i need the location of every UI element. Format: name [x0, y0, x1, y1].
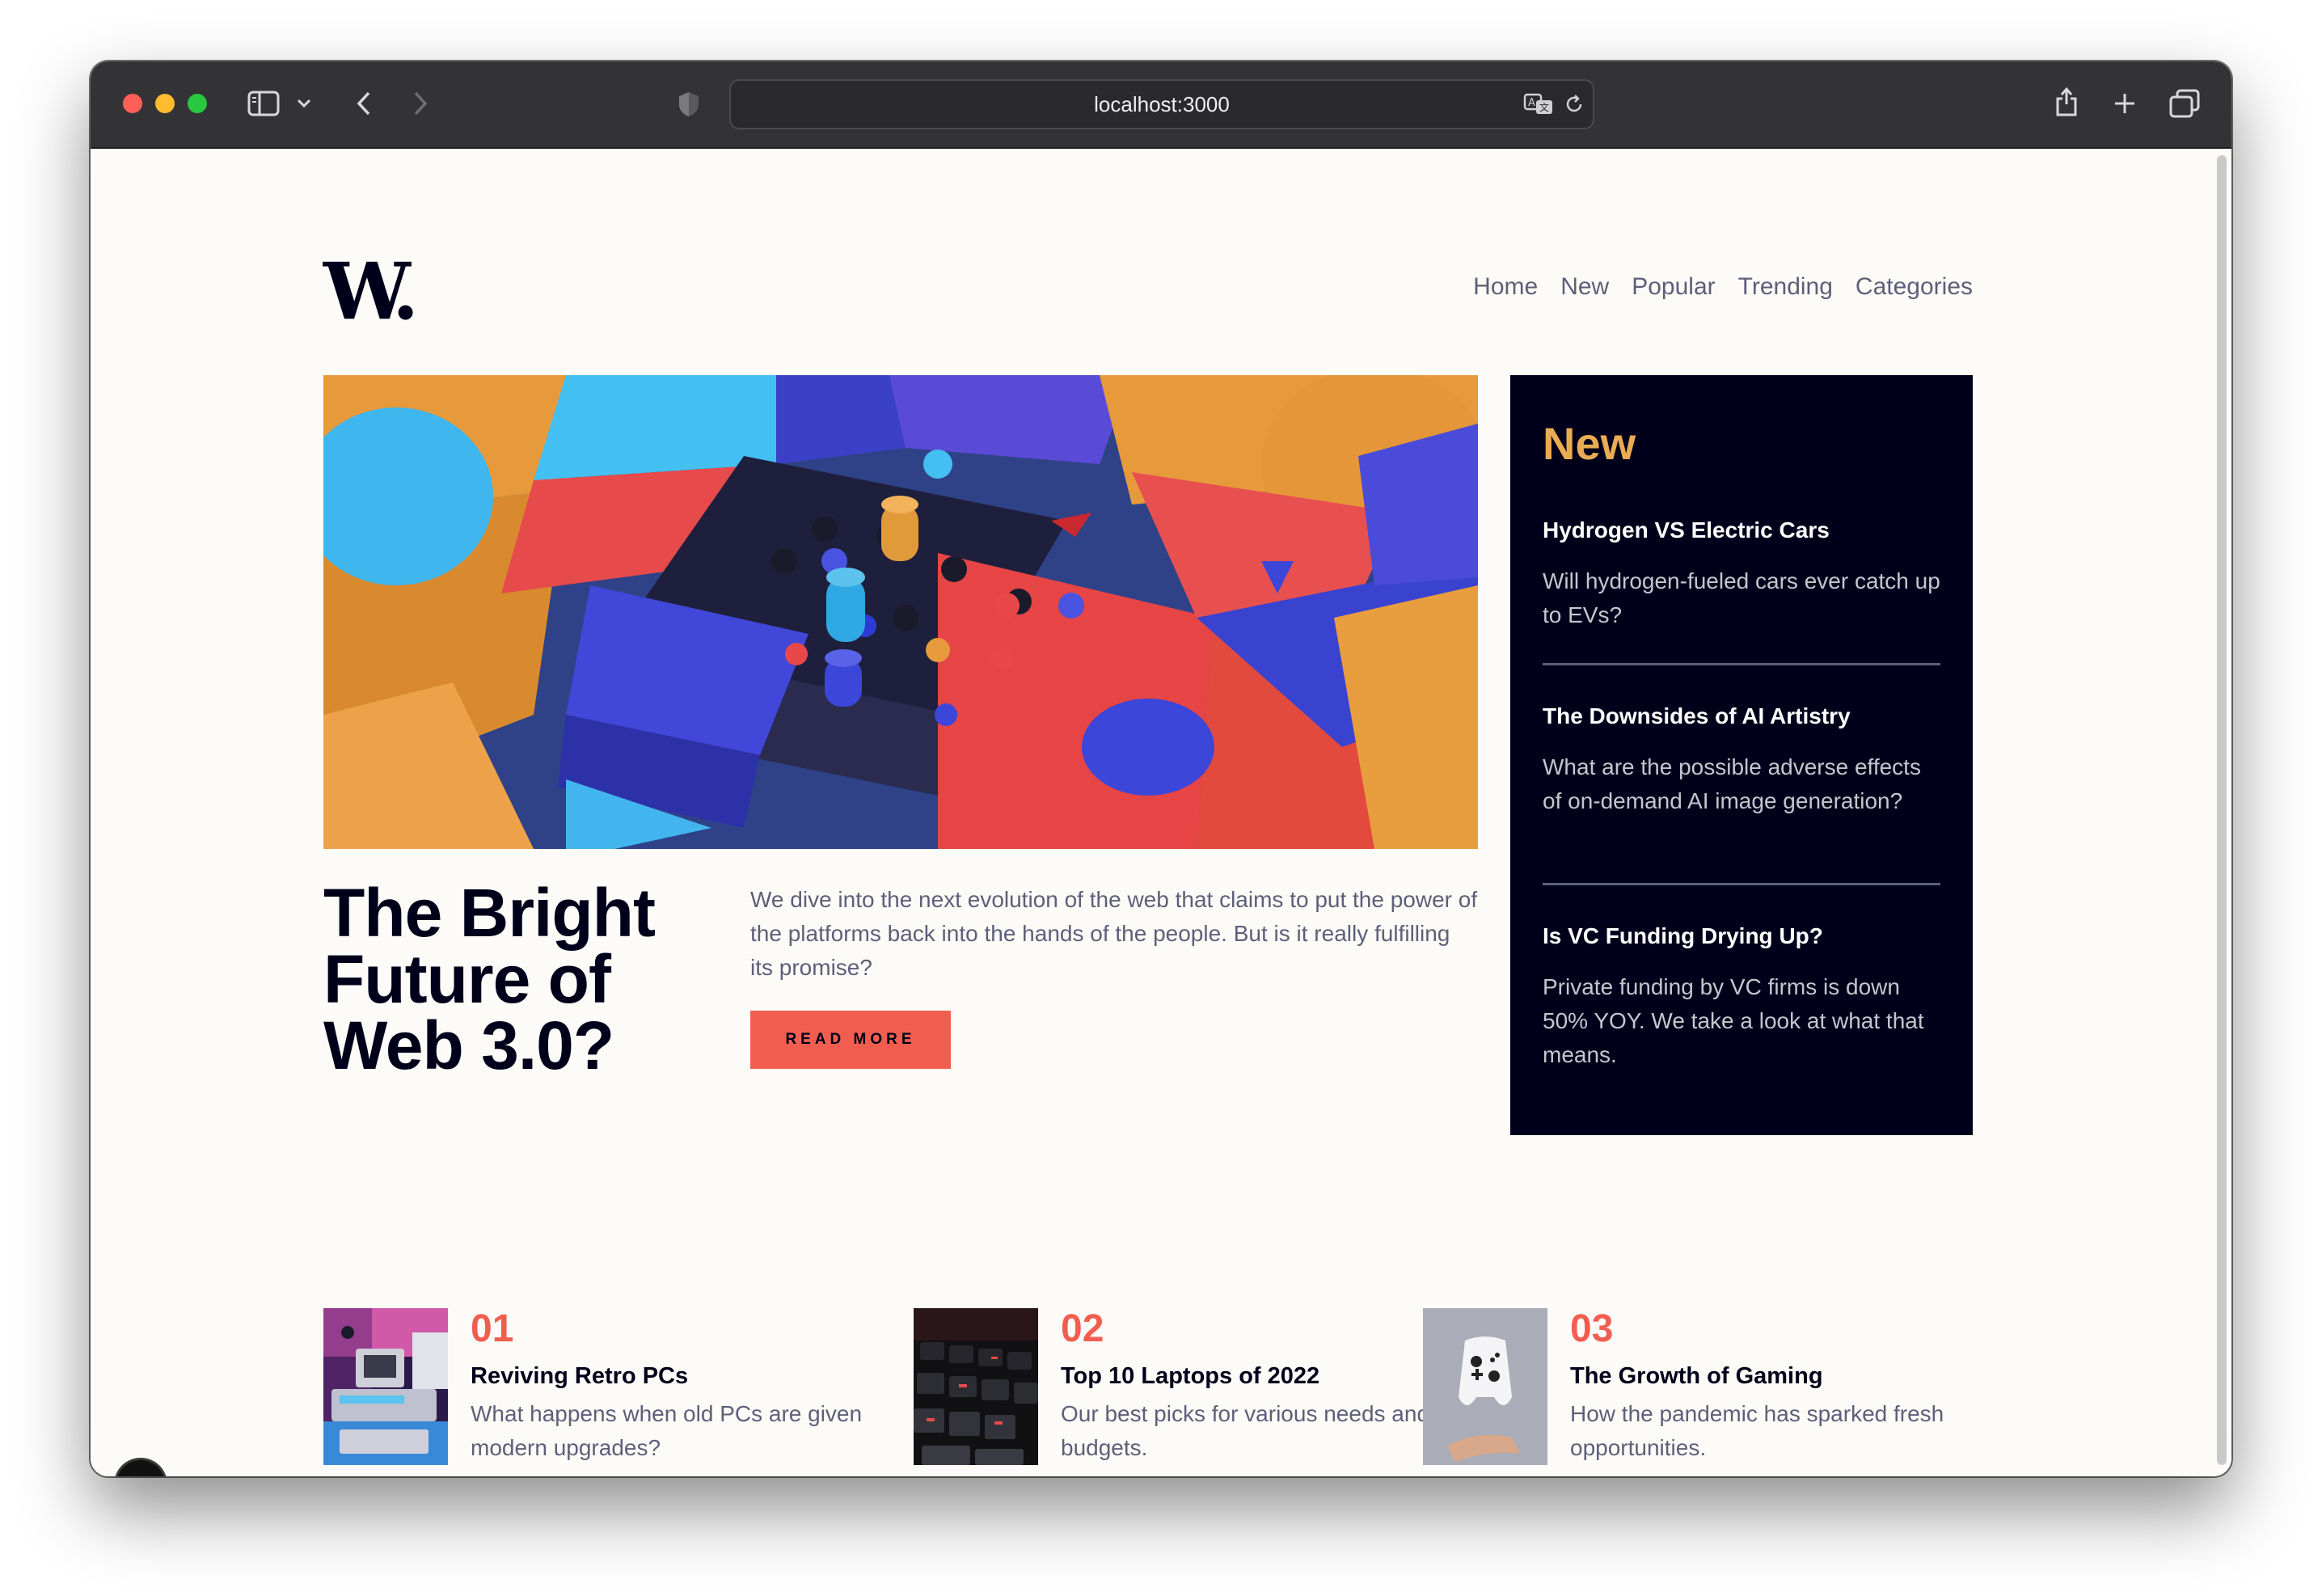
nav-categories[interactable]: Categories	[1855, 273, 1973, 301]
new-article-text: Will hydrogen-fueled cars ever catch up …	[1543, 568, 1940, 627]
translate-icon[interactable]: A文	[1523, 81, 1554, 128]
card-text: Our best picks for various needs and bud…	[1061, 1401, 1430, 1460]
new-article-title[interactable]: Is VC Funding Drying Up?	[1543, 920, 1940, 952]
card-title[interactable]: The Growth of Gaming	[1570, 1360, 1981, 1392]
article-card[interactable]: 03 The Growth of Gaming How the pandemic…	[1423, 1308, 1981, 1465]
chevron-down-icon[interactable]	[294, 94, 314, 113]
browser-toolbar: localhost:3000 A文	[91, 61, 2231, 149]
svg-text:文: 文	[1539, 101, 1549, 113]
divider	[1543, 883, 1940, 885]
article-card[interactable]: 01 Reviving Retro PCs What happens when …	[323, 1308, 889, 1465]
nav-popular[interactable]: Popular	[1632, 273, 1715, 301]
card-body: 01 Reviving Retro PCs What happens when …	[471, 1308, 889, 1465]
page-content: W. Home New Popular Trending Categories	[91, 149, 2231, 1476]
close-window-button[interactable]	[123, 94, 142, 113]
address-bar[interactable]: localhost:3000 A文	[729, 79, 1594, 129]
card-title[interactable]: Reviving Retro PCs	[471, 1360, 889, 1392]
card-text: How the pandemic has sparked fresh oppor…	[1570, 1401, 1944, 1460]
privacy-shield-icon[interactable]	[674, 89, 703, 120]
main-nav: Home New Popular Trending Categories	[1473, 273, 1973, 301]
browser-window: localhost:3000 A文 W. Home New Popular Tr…	[91, 61, 2231, 1476]
card-text: What happens when old PCs are given mode…	[471, 1401, 863, 1460]
new-panel-heading: New	[1543, 418, 1636, 469]
url-text: localhost:3000	[1094, 91, 1230, 116]
new-article-text: Private funding by VC firms is down 50% …	[1543, 974, 1924, 1067]
hero-description: We dive into the next evolution of the w…	[750, 887, 1478, 980]
card-body: 03 The Growth of Gaming How the pandemic…	[1570, 1308, 1981, 1465]
nav-new[interactable]: New	[1560, 273, 1609, 301]
new-article-text: What are the possible adverse effects of…	[1543, 754, 1921, 813]
scrollbar[interactable]	[2217, 155, 2227, 1465]
tab-overview-icon[interactable]	[2167, 86, 2202, 121]
new-articles-panel: New Hydrogen VS Electric Cars Will hydro…	[1510, 375, 1973, 1135]
minimize-window-button[interactable]	[155, 94, 175, 113]
read-more-button[interactable]: READ MORE	[750, 1011, 951, 1069]
new-tab-icon[interactable]	[2109, 87, 2141, 120]
share-icon[interactable]	[2050, 84, 2083, 120]
back-icon[interactable]	[348, 87, 380, 120]
zoom-window-button[interactable]	[188, 94, 207, 113]
card-title[interactable]: Top 10 Laptops of 2022	[1061, 1360, 1431, 1392]
laptop-keyboard-thumbnail	[914, 1308, 1038, 1465]
svg-text:A: A	[1528, 97, 1535, 109]
hero-image	[323, 375, 1478, 849]
new-article-item[interactable]: Hydrogen VS Electric Cars Will hydrogen-…	[1543, 514, 1940, 632]
new-article-title[interactable]: Hydrogen VS Electric Cars	[1543, 514, 1940, 547]
sidebar-toggle-icon[interactable]	[246, 87, 281, 120]
card-number: 02	[1061, 1307, 1104, 1350]
card-number: 01	[471, 1307, 514, 1350]
card-body: 02 Top 10 Laptops of 2022 Our best picks…	[1061, 1308, 1431, 1465]
new-article-item[interactable]: The Downsides of AI Artistry What are th…	[1543, 700, 1940, 818]
hero-title: The Bright Future of Web 3.0?	[323, 875, 656, 1083]
dev-tools-badge[interactable]: N	[116, 1460, 165, 1476]
new-article-title[interactable]: The Downsides of AI Artistry	[1543, 700, 1940, 733]
nav-home[interactable]: Home	[1473, 273, 1538, 301]
card-number: 03	[1570, 1307, 1614, 1350]
new-article-item[interactable]: Is VC Funding Drying Up? Private funding…	[1543, 920, 1940, 1072]
game-controller-thumbnail	[1423, 1308, 1547, 1465]
nav-trending[interactable]: Trending	[1738, 273, 1833, 301]
retro-pc-thumbnail	[323, 1308, 448, 1465]
article-card[interactable]: 02 Top 10 Laptops of 2022 Our best picks…	[914, 1308, 1431, 1465]
forward-icon[interactable]	[404, 87, 437, 120]
divider	[1543, 663, 1940, 665]
reload-icon[interactable]	[1564, 81, 1585, 128]
site-logo[interactable]: W.	[323, 246, 419, 337]
